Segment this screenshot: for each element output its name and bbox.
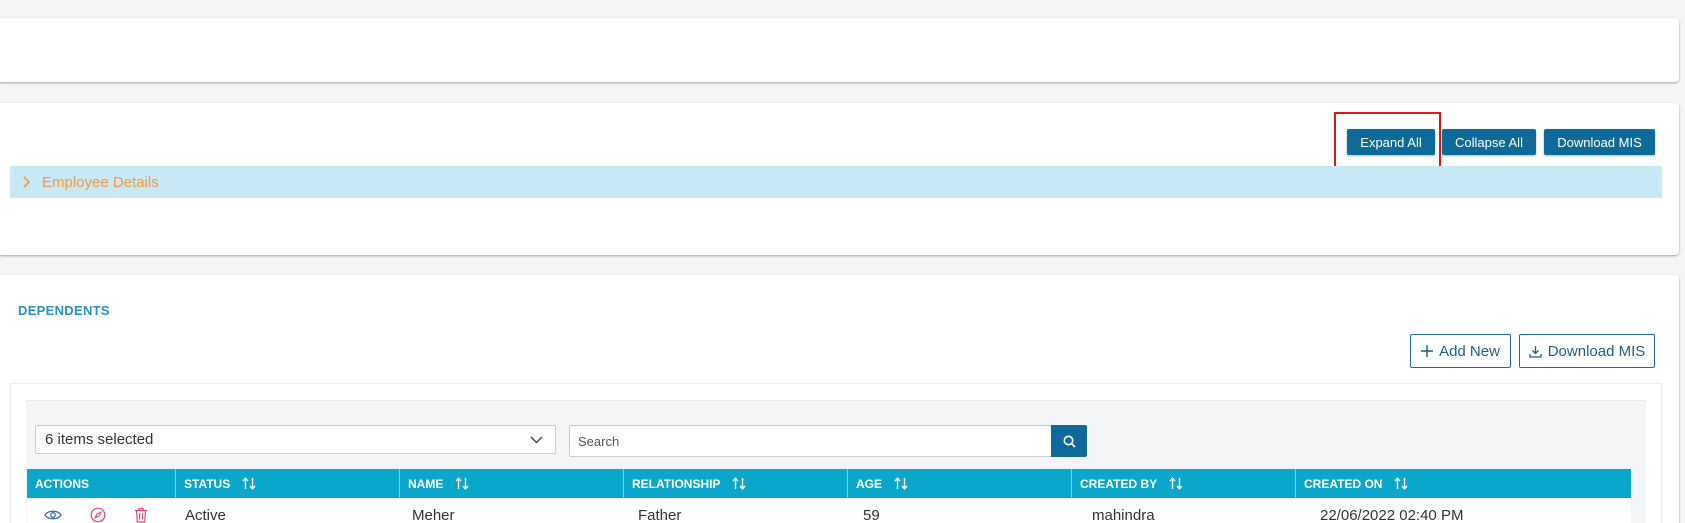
column-label: RELATIONSHIP	[632, 476, 721, 491]
sort-icon[interactable]	[732, 477, 746, 490]
plus-icon	[1421, 345, 1434, 357]
name-cell: Meher	[412, 506, 455, 523]
trash-icon[interactable]	[134, 507, 148, 523]
column-label: STATUS	[184, 476, 231, 491]
column-header-actions: ACTIONS	[27, 469, 176, 498]
download-mis-button[interactable]: Download MIS	[1544, 129, 1655, 155]
column-label: AGE	[856, 476, 883, 491]
search-button[interactable]	[1051, 425, 1087, 457]
column-label: NAME	[408, 476, 444, 491]
column-header-created-by[interactable]: CREATED BY	[1072, 469, 1296, 498]
expand-all-button[interactable]: Expand All	[1347, 129, 1435, 155]
chevron-right-icon	[22, 176, 32, 188]
column-header-status[interactable]: STATUS	[176, 469, 400, 498]
employee-panel: Expand All Collapse All Download MIS Emp…	[0, 103, 1679, 255]
add-new-button[interactable]: Add New	[1410, 334, 1511, 368]
actions-cell	[27, 498, 176, 523]
download-mis-label: Download MIS	[1547, 342, 1646, 360]
sort-icon[interactable]	[455, 477, 469, 490]
search-input[interactable]	[569, 425, 1051, 457]
status-cell: Active	[185, 506, 226, 523]
employee-details-accordion[interactable]: Employee Details	[10, 166, 1662, 198]
created-on-cell: 22/06/2022 02:40 PM	[1320, 506, 1464, 523]
add-new-label: Add New	[1439, 342, 1500, 360]
sort-icon[interactable]	[1394, 477, 1408, 490]
sort-icon[interactable]	[894, 477, 908, 490]
search-icon	[1063, 435, 1076, 448]
chevron-down-icon	[530, 436, 543, 444]
column-header-name[interactable]: NAME	[400, 469, 624, 498]
sort-icon[interactable]	[1169, 477, 1183, 490]
grid-toolbar: 6 items selected ACTIONS STATUS	[26, 400, 1646, 523]
collapse-all-button[interactable]: Collapse All	[1442, 129, 1536, 155]
column-header-created-on[interactable]: CREATED ON	[1296, 469, 1631, 498]
download-icon	[1529, 345, 1542, 358]
top-panel	[0, 18, 1679, 82]
accordion-label: Employee Details	[42, 173, 159, 191]
compass-icon[interactable]	[90, 507, 106, 523]
created-by-cell: mahindra	[1092, 506, 1155, 523]
section-title: DEPENDENTS	[18, 303, 110, 318]
age-cell: 59	[863, 506, 880, 523]
relationship-cell: Father	[638, 506, 682, 523]
download-mis-outline-button[interactable]: Download MIS	[1519, 334, 1655, 368]
column-header-relationship[interactable]: RELATIONSHIP	[624, 469, 848, 498]
column-label: CREATED BY	[1080, 476, 1158, 491]
multiselect-value: 6 items selected	[45, 431, 154, 448]
column-header-age[interactable]: AGE	[848, 469, 1072, 498]
table-header: ACTIONS STATUS NAME RELATIONSHIP AGE CRE…	[27, 469, 1631, 498]
table-row: Active Meher Father 59 mahindra 22/06/20…	[27, 498, 1631, 523]
column-multiselect[interactable]: 6 items selected	[35, 425, 556, 454]
column-label: ACTIONS	[35, 476, 89, 491]
sort-icon[interactable]	[242, 477, 256, 490]
dependents-panel: DEPENDENTS Add New Download MIS 6 items …	[0, 275, 1679, 523]
eye-icon[interactable]	[44, 509, 62, 521]
dependents-grid: 6 items selected ACTIONS STATUS	[10, 383, 1662, 523]
column-label: CREATED ON	[1304, 476, 1383, 491]
